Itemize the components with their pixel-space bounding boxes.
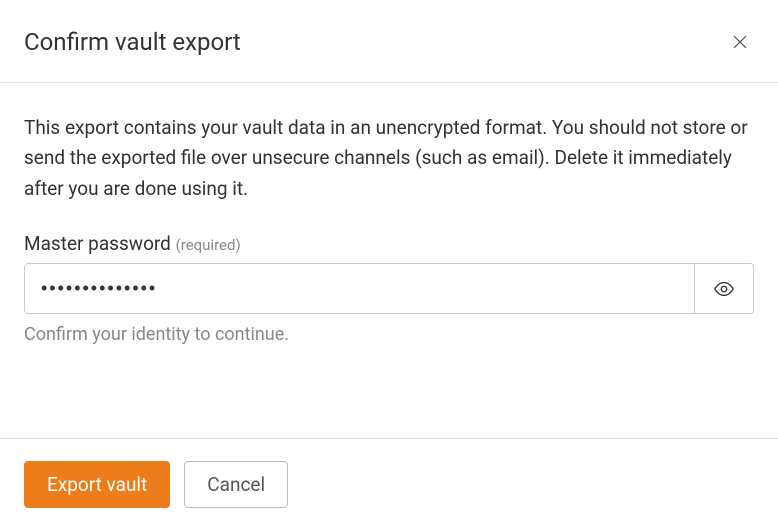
export-warning-text: This export contains your vault data in …	[24, 113, 754, 204]
master-password-input-group	[24, 263, 754, 314]
master-password-label: Master password (required)	[24, 232, 754, 255]
master-password-helper-text: Confirm your identity to continue.	[24, 324, 754, 345]
confirm-vault-export-dialog: Confirm vault export This export contain…	[0, 0, 778, 530]
master-password-input[interactable]	[25, 264, 694, 313]
dialog-footer: Export vault Cancel	[0, 438, 778, 530]
export-vault-button[interactable]: Export vault	[24, 461, 170, 508]
eye-icon	[713, 278, 735, 300]
dialog-header: Confirm vault export	[0, 0, 778, 83]
master-password-label-text: Master password	[24, 232, 171, 255]
dialog-body: This export contains your vault data in …	[0, 83, 778, 438]
cancel-button[interactable]: Cancel	[184, 461, 288, 508]
close-button[interactable]	[726, 28, 754, 56]
toggle-password-visibility-button[interactable]	[694, 264, 753, 313]
dialog-title: Confirm vault export	[24, 28, 241, 56]
required-hint: (required)	[176, 236, 241, 254]
close-icon	[730, 32, 750, 52]
